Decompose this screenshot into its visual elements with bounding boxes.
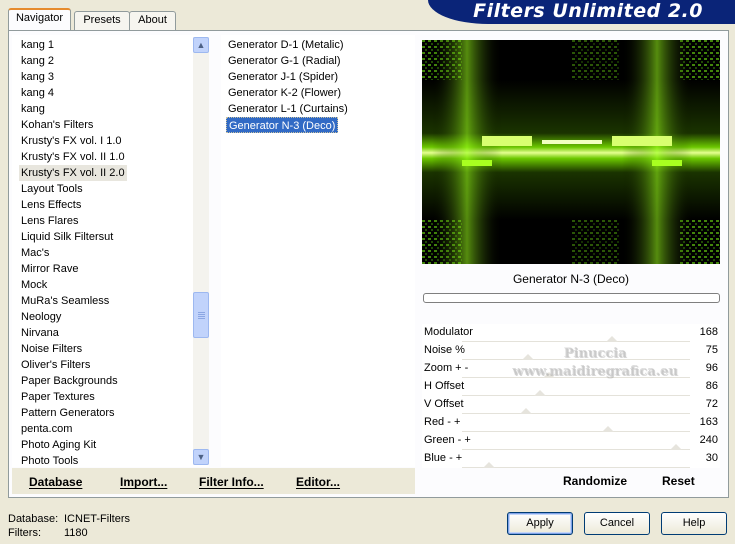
database-value: ICNET-Filters bbox=[64, 513, 130, 525]
filter-list[interactable]: Generator D-1 (Metalic) Generator G-1 (Ra… bbox=[221, 35, 415, 467]
randomize-button[interactable]: Randomize bbox=[563, 474, 627, 488]
tab-presets[interactable]: Presets bbox=[74, 11, 130, 30]
help-button[interactable]: Help bbox=[661, 512, 727, 535]
list-action-bar: Database Import... Filter Info... Editor… bbox=[12, 468, 415, 494]
category-item[interactable]: Layout Tools bbox=[19, 181, 85, 197]
app-title: Filters Unlimited 2.0 bbox=[473, 0, 703, 22]
category-item[interactable]: Photo Tools bbox=[19, 453, 80, 467]
category-item[interactable]: Lens Effects bbox=[19, 197, 83, 213]
database-button[interactable]: Database bbox=[29, 475, 82, 489]
category-item[interactable]: Oliver's Filters bbox=[19, 357, 92, 373]
slider-zoom[interactable]: Zoom + - 96 bbox=[422, 360, 720, 378]
tab-navigator[interactable]: Navigator bbox=[8, 8, 71, 30]
slider-value: 75 bbox=[705, 344, 718, 356]
category-item[interactable]: Mirror Rave bbox=[19, 261, 80, 277]
apply-button[interactable]: Apply bbox=[507, 512, 573, 535]
slider-value: 163 bbox=[699, 416, 718, 428]
category-item[interactable]: Noise Filters bbox=[19, 341, 84, 357]
import-button[interactable]: Import... bbox=[120, 475, 167, 489]
scroll-down-icon[interactable]: ▼ bbox=[193, 449, 209, 465]
slider-v-offset[interactable]: V Offset 72 bbox=[422, 396, 720, 414]
preview-image bbox=[422, 40, 720, 264]
category-item[interactable]: Kohan's Filters bbox=[19, 117, 95, 133]
slider-h-offset[interactable]: H Offset 86 bbox=[422, 378, 720, 396]
filters-count-value: 1180 bbox=[64, 527, 88, 539]
category-list[interactable]: kang 1 kang 2 kang 3 kang 4 kang Kohan's Filt… bbox=[12, 35, 209, 467]
slider-label: Noise % bbox=[424, 344, 465, 356]
slider-label: Zoom + - bbox=[424, 362, 469, 374]
database-label: Database: bbox=[8, 513, 59, 525]
category-item[interactable]: Nirvana bbox=[19, 325, 61, 341]
filters-count-label: Filters: bbox=[8, 527, 41, 539]
slider-label: V Offset bbox=[424, 398, 464, 410]
category-item[interactable]: Pattern Generators bbox=[19, 405, 117, 421]
category-scrollbar[interactable]: ▲ ▼ bbox=[193, 37, 209, 465]
slider-red[interactable]: Red - + 163 bbox=[422, 414, 720, 432]
filter-preview bbox=[422, 40, 720, 264]
filter-item[interactable]: Generator D-1 (Metalic) bbox=[226, 37, 346, 53]
filter-item[interactable]: Generator L-1 (Curtains) bbox=[226, 101, 350, 117]
category-item[interactable]: Krusty's FX vol. I 1.0 bbox=[19, 133, 124, 149]
progress-bar bbox=[423, 293, 720, 303]
category-item[interactable]: Mac's bbox=[19, 245, 51, 261]
slider-modulator[interactable]: Modulator 168 bbox=[422, 324, 720, 342]
slider-label: Green - + bbox=[424, 434, 471, 446]
slider-green[interactable]: Green - + 240 bbox=[422, 432, 720, 450]
category-item[interactable]: Lens Flares bbox=[19, 213, 80, 229]
category-item[interactable]: kang 1 bbox=[19, 37, 56, 53]
filter-info-button[interactable]: Filter Info... bbox=[199, 475, 264, 489]
slider-value: 96 bbox=[705, 362, 718, 374]
category-item[interactable]: kang 2 bbox=[19, 53, 56, 69]
category-item[interactable]: kang 3 bbox=[19, 69, 56, 85]
slider-noise[interactable]: Noise % 75 bbox=[422, 342, 720, 360]
slider-blue[interactable]: Blue - + 30 bbox=[422, 450, 720, 468]
filter-item[interactable]: Generator N-3 (Deco) bbox=[226, 117, 339, 133]
title-banner: Filters Unlimited 2.0 bbox=[428, 0, 735, 24]
category-item[interactable]: Krusty's FX vol. II 2.0 bbox=[19, 165, 127, 181]
editor-button[interactable]: Editor... bbox=[296, 475, 340, 489]
slider-track[interactable] bbox=[462, 467, 690, 468]
scroll-thumb[interactable] bbox=[193, 292, 209, 338]
slider-value: 240 bbox=[699, 434, 718, 446]
filter-item[interactable]: Generator G-1 (Radial) bbox=[226, 53, 343, 69]
scroll-up-icon[interactable]: ▲ bbox=[193, 37, 209, 53]
slider-label: Red - + bbox=[424, 416, 461, 428]
slider-label: Blue - + bbox=[424, 452, 463, 464]
database-info: Database: ICNET-Filters Filters: 1180 bbox=[8, 512, 130, 540]
reset-button[interactable]: Reset bbox=[662, 474, 695, 488]
slider-knob[interactable] bbox=[483, 462, 496, 468]
category-item[interactable]: Krusty's FX vol. II 1.0 bbox=[19, 149, 127, 165]
slider-value: 72 bbox=[705, 398, 718, 410]
cancel-button[interactable]: Cancel bbox=[584, 512, 650, 535]
category-item[interactable]: Liquid Silk Filtersut bbox=[19, 229, 115, 245]
filter-item[interactable]: Generator J-1 (Spider) bbox=[226, 69, 340, 85]
category-item[interactable]: MuRa's Seamless bbox=[19, 293, 111, 309]
category-item[interactable]: Paper Textures bbox=[19, 389, 97, 405]
slider-value: 168 bbox=[699, 326, 718, 338]
category-item[interactable]: kang bbox=[19, 101, 47, 117]
category-item[interactable]: penta.com bbox=[19, 421, 74, 437]
filter-item[interactable]: Generator K-2 (Flower) bbox=[226, 85, 343, 101]
category-item[interactable]: Paper Backgrounds bbox=[19, 373, 120, 389]
category-item[interactable]: Mock bbox=[19, 277, 49, 293]
category-item[interactable]: kang 4 bbox=[19, 85, 56, 101]
category-item[interactable]: Neology bbox=[19, 309, 63, 325]
category-item[interactable]: Photo Aging Kit bbox=[19, 437, 98, 453]
tab-about[interactable]: About bbox=[129, 11, 176, 30]
slider-value: 86 bbox=[705, 380, 718, 392]
preview-filter-name: Generator N-3 (Deco) bbox=[512, 272, 630, 286]
slider-label: H Offset bbox=[424, 380, 465, 392]
slider-value: 30 bbox=[705, 452, 718, 464]
slider-label: Modulator bbox=[424, 326, 473, 338]
